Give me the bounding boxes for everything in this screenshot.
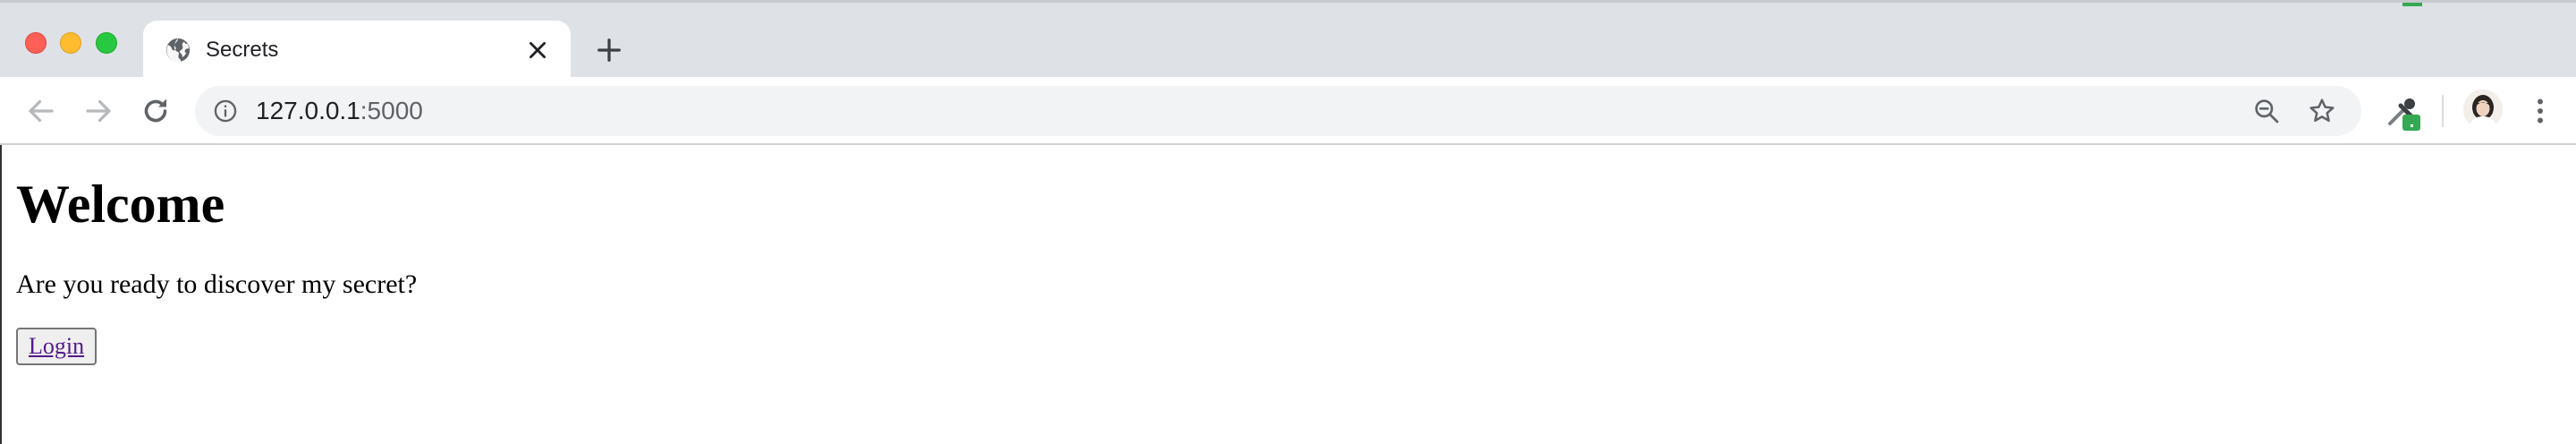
eyedropper-extension-icon[interactable]: [2383, 91, 2426, 134]
maximize-window-button[interactable]: [96, 32, 117, 54]
plus-icon[interactable]: [596, 37, 623, 64]
url-host: 127.0.0.1: [256, 97, 360, 124]
toolbar-divider: [2442, 95, 2444, 127]
tab-title: Secrets: [206, 38, 279, 62]
browser-window: Secrets 127.0.0.1:5000 Welcome Are you r…: [0, 0, 2576, 444]
intro-text: Are you ready to discover my secret?: [16, 269, 418, 299]
tab-strip: Secrets: [0, 0, 2576, 80]
globe-icon: [165, 38, 191, 63]
profile-photo: [2463, 90, 2503, 129]
url-text[interactable]: 127.0.0.1:5000: [256, 97, 423, 125]
login-button[interactable]: Login: [16, 328, 97, 365]
zoom-out-icon[interactable]: [2252, 97, 2281, 125]
page-title: Welcome: [16, 175, 225, 234]
status-indicator: [2402, 3, 2422, 6]
tab-secrets[interactable]: Secrets: [143, 21, 571, 80]
arrow-right-icon[interactable]: [82, 95, 114, 127]
info-icon[interactable]: [213, 98, 238, 124]
url-port: :5000: [360, 97, 423, 124]
close-icon[interactable]: [526, 38, 549, 62]
arrow-left-icon[interactable]: [25, 95, 57, 127]
minimize-window-button[interactable]: [60, 32, 81, 54]
star-icon[interactable]: [2308, 97, 2336, 125]
close-window-button[interactable]: [25, 32, 47, 54]
address-bar[interactable]: 127.0.0.1:5000: [195, 86, 2361, 136]
browser-toolbar: 127.0.0.1:5000: [0, 77, 2576, 145]
avatar[interactable]: [2463, 90, 2503, 129]
login-link[interactable]: Login: [29, 333, 84, 359]
kebab-menu-icon[interactable]: [2524, 95, 2556, 127]
page-content: Welcome Are you ready to discover my sec…: [0, 145, 2576, 444]
reload-icon[interactable]: [140, 95, 172, 127]
